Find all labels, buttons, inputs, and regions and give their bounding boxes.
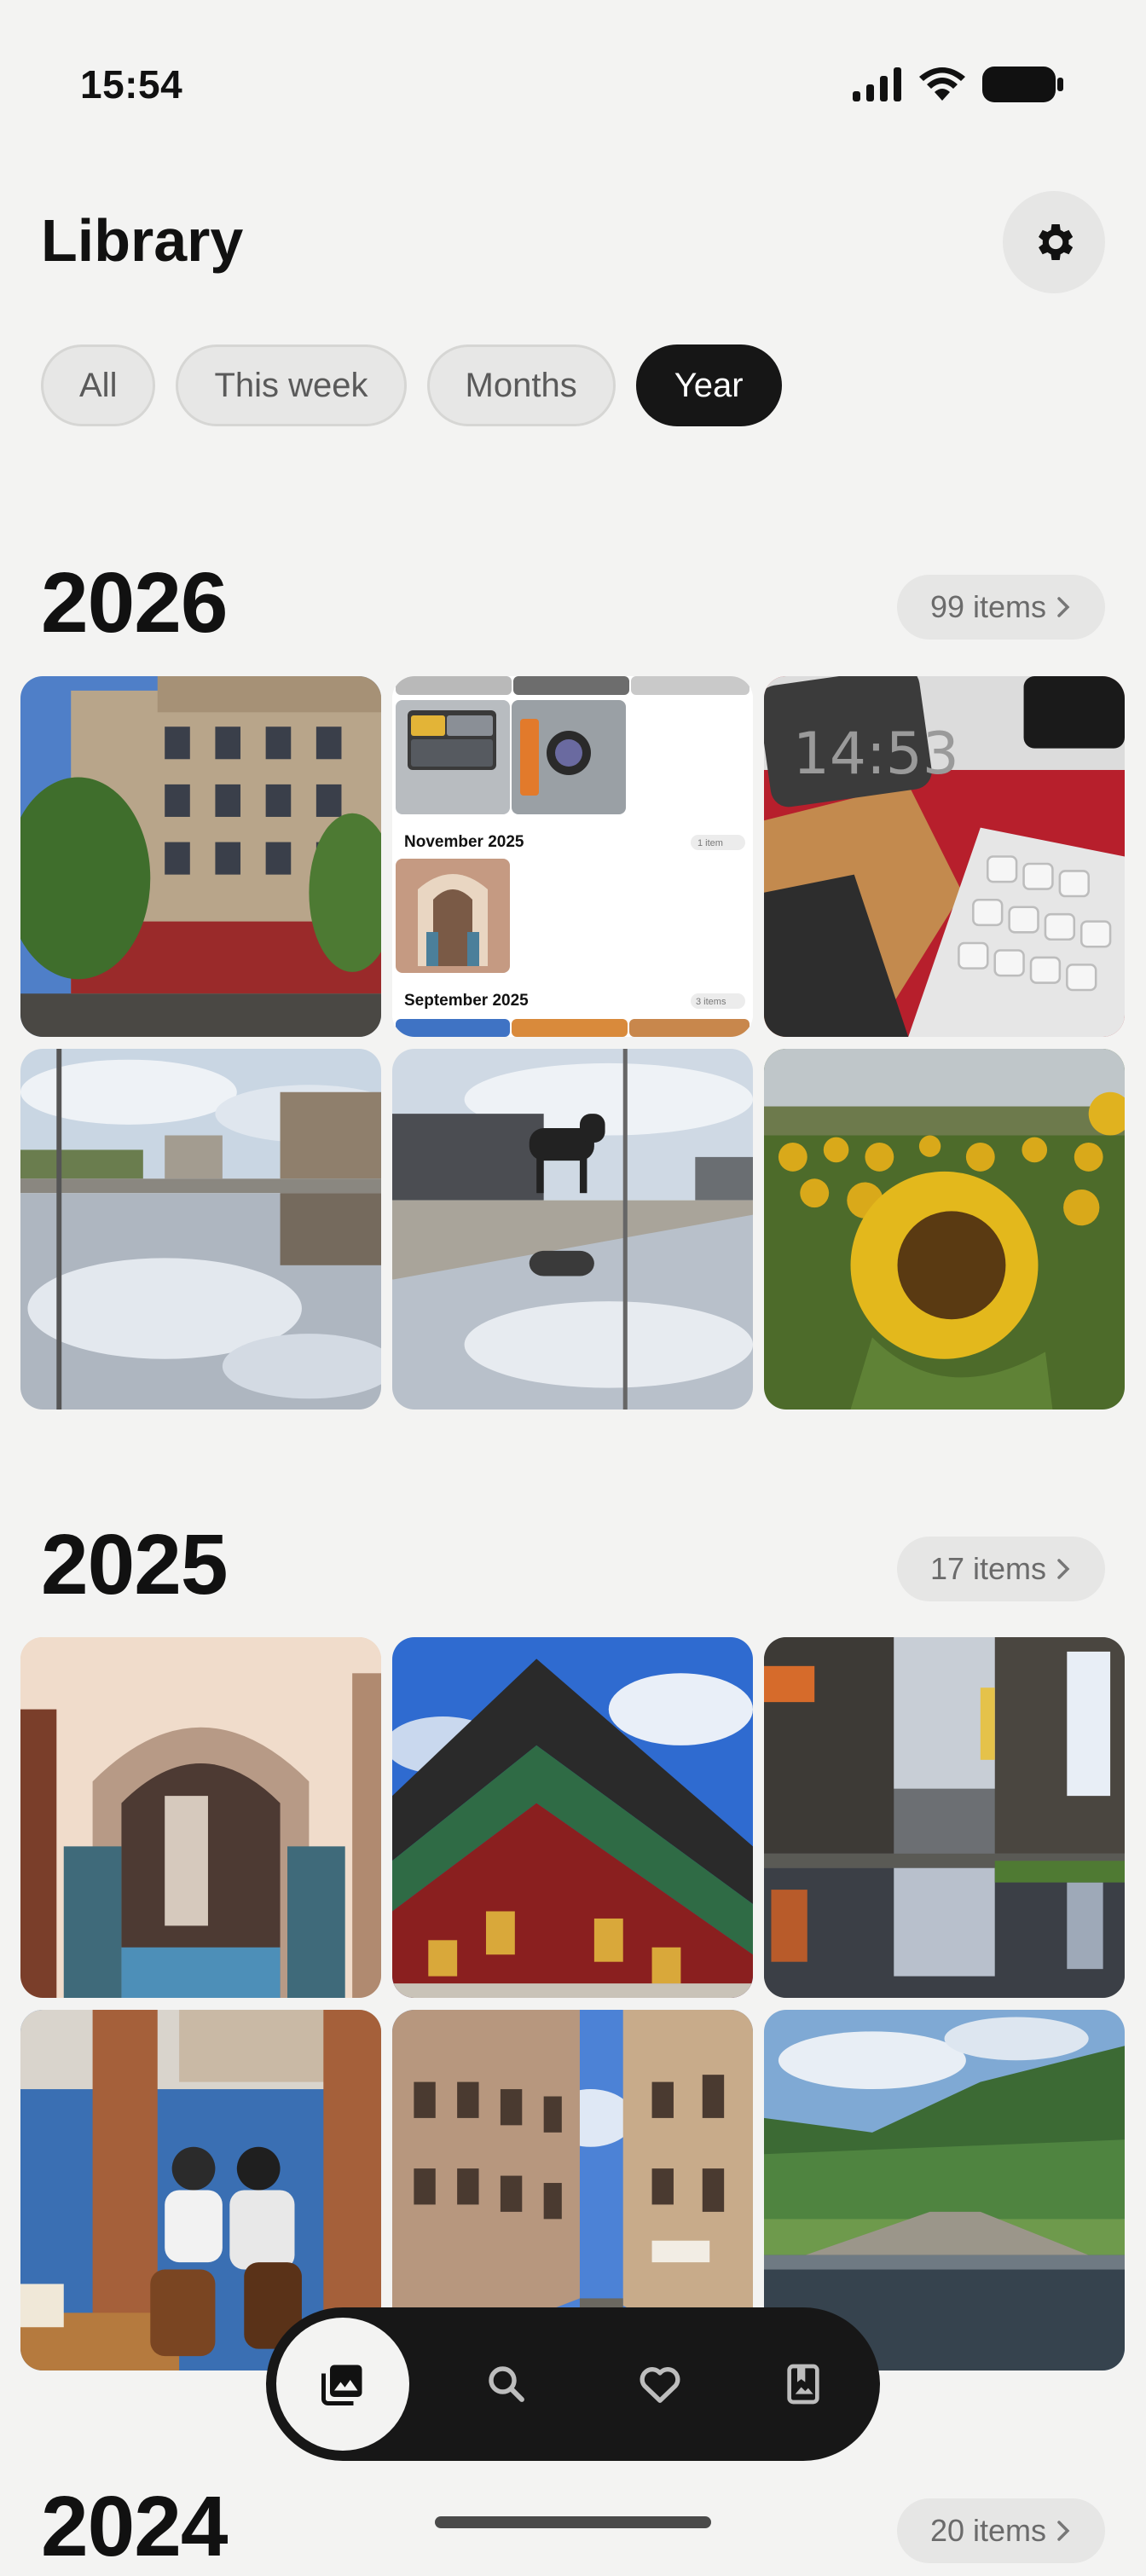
section-count-2026[interactable]: 99 items xyxy=(897,575,1105,640)
collage-count-nov: 1 item xyxy=(697,838,723,848)
header: Library xyxy=(0,188,1146,298)
svg-text:14:53: 14:53 xyxy=(793,720,959,787)
chevron-right-icon xyxy=(1057,1559,1070,1579)
heart-icon xyxy=(640,2367,680,2403)
photo-keyboard-phone: 14:53 xyxy=(764,676,1125,1037)
bookmark-icon xyxy=(787,2364,819,2405)
wifi-icon xyxy=(919,67,965,101)
search-icon xyxy=(489,2366,524,2402)
photo-building xyxy=(20,676,381,1037)
gear-icon xyxy=(1039,224,1074,260)
nav-collections-button[interactable] xyxy=(737,2318,870,2451)
photo-grid-2025 xyxy=(20,1637,1126,2370)
filter-chip-months[interactable]: Months xyxy=(426,344,616,426)
photo-dog-reflection xyxy=(392,1049,753,1410)
section-count-2025[interactable]: 17 items xyxy=(897,1537,1105,1601)
filter-chips: All This week Months Year xyxy=(41,344,782,426)
photo-tile[interactable] xyxy=(764,1637,1125,1998)
chevron-right-icon xyxy=(1057,597,1070,617)
photo-tile[interactable] xyxy=(20,1049,381,1410)
photo-tile[interactable] xyxy=(20,1637,381,1998)
nav-favorites-button[interactable] xyxy=(593,2318,726,2451)
battery-icon xyxy=(982,67,1063,102)
photo-tile[interactable] xyxy=(764,1049,1125,1410)
section-title-2024: 2024 xyxy=(41,2479,228,2574)
status-time: 15:54 xyxy=(80,62,183,107)
nav-photos-button[interactable] xyxy=(276,2318,409,2451)
filter-chip-this-week[interactable]: This week xyxy=(176,344,407,426)
photo-grid-2026: November 2025 1 item September 2025 3 it… xyxy=(20,676,1126,1410)
chevron-right-icon xyxy=(1057,2521,1070,2541)
collage-heading-sep: September 2025 xyxy=(404,992,529,1010)
filter-chip-year[interactable]: Year xyxy=(635,344,782,426)
section-title-2025: 2025 xyxy=(41,1517,228,1612)
photo-tile[interactable] xyxy=(392,1049,753,1410)
settings-button[interactable] xyxy=(1003,191,1105,293)
signal-icon xyxy=(853,67,901,101)
photos-icon xyxy=(321,2365,362,2405)
section-count-label: 99 items xyxy=(929,589,1047,624)
nav-search-button[interactable] xyxy=(440,2318,573,2451)
section-count-label: 17 items xyxy=(929,1551,1047,1586)
home-indicator xyxy=(435,2516,711,2528)
photo-street-reflection xyxy=(20,1049,381,1410)
filter-chip-all[interactable]: All xyxy=(41,344,156,426)
photo-pagoda-roof xyxy=(392,1637,753,1998)
section-count-label: 20 items xyxy=(929,2513,1047,2548)
photo-tile[interactable]: 14:53 xyxy=(764,676,1125,1037)
section-title-2026: 2026 xyxy=(41,555,228,651)
photo-tile[interactable]: November 2025 1 item September 2025 3 it… xyxy=(392,676,753,1037)
photo-wet-street xyxy=(764,1637,1125,1998)
status-icons xyxy=(853,65,1064,104)
status-bar: 15:54 xyxy=(0,0,1146,153)
bottom-nav xyxy=(266,2307,880,2461)
collage-count-sep: 3 items xyxy=(696,997,726,1007)
page-title: Library xyxy=(41,207,244,274)
collage-heading-nov: November 2025 xyxy=(404,833,524,851)
photo-sunflower xyxy=(764,1049,1125,1410)
section-count-2024[interactable]: 20 items xyxy=(897,2498,1105,2563)
photo-tile[interactable] xyxy=(20,676,381,1037)
photo-archway xyxy=(20,1637,381,1998)
photo-tile[interactable] xyxy=(392,1637,753,1998)
photo-screenshot-collage: November 2025 1 item September 2025 3 it… xyxy=(392,676,753,1037)
